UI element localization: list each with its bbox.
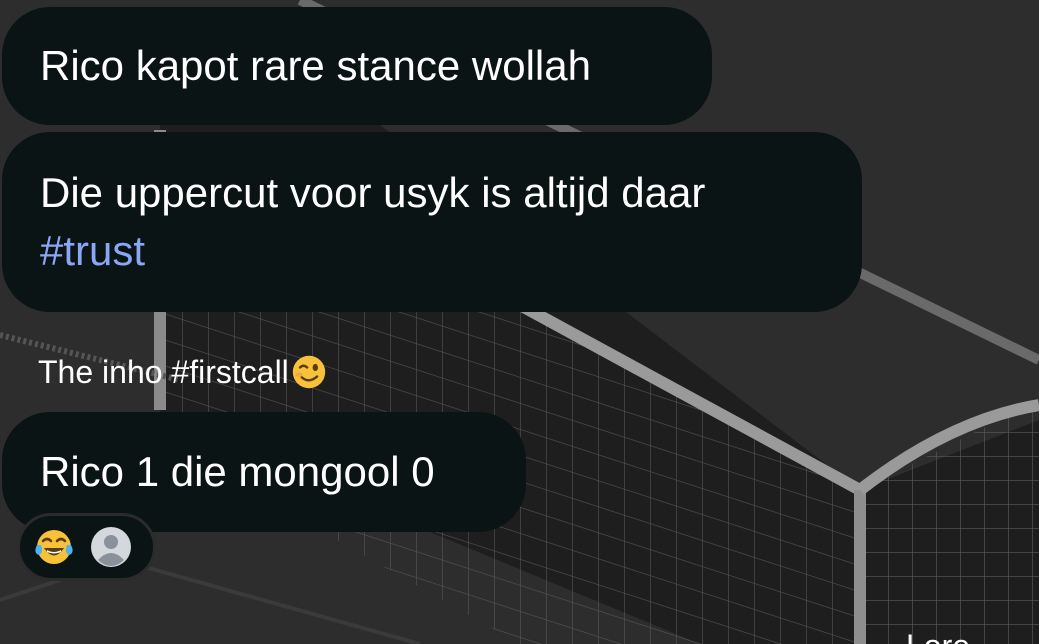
message-text: Rico 1 die mongool 0 bbox=[40, 448, 435, 495]
tears-of-joy-icon[interactable] bbox=[34, 527, 74, 567]
message-text: Rico kapot rare stance wollah bbox=[40, 42, 591, 89]
chat-screen: Rico kapot rare stance wollah Die upperc… bbox=[0, 0, 1039, 644]
hashtag-link[interactable]: #trust bbox=[40, 227, 145, 274]
media-caption: The inho #firstcall bbox=[38, 352, 327, 392]
reaction-bar[interactable] bbox=[17, 513, 156, 581]
message-text: Die uppercut voor usyk is altijd daar bbox=[40, 169, 706, 216]
message-bubble[interactable]: Die uppercut voor usyk is altijd daar #t… bbox=[2, 132, 862, 312]
winking-face-icon bbox=[292, 355, 325, 389]
message-bubble[interactable]: Rico kapot rare stance wollah bbox=[2, 7, 712, 125]
partial-caption-text: Lore bbox=[906, 628, 970, 644]
caption-text: The inho #firstcall bbox=[38, 354, 289, 390]
user-avatar-icon[interactable] bbox=[90, 526, 132, 568]
